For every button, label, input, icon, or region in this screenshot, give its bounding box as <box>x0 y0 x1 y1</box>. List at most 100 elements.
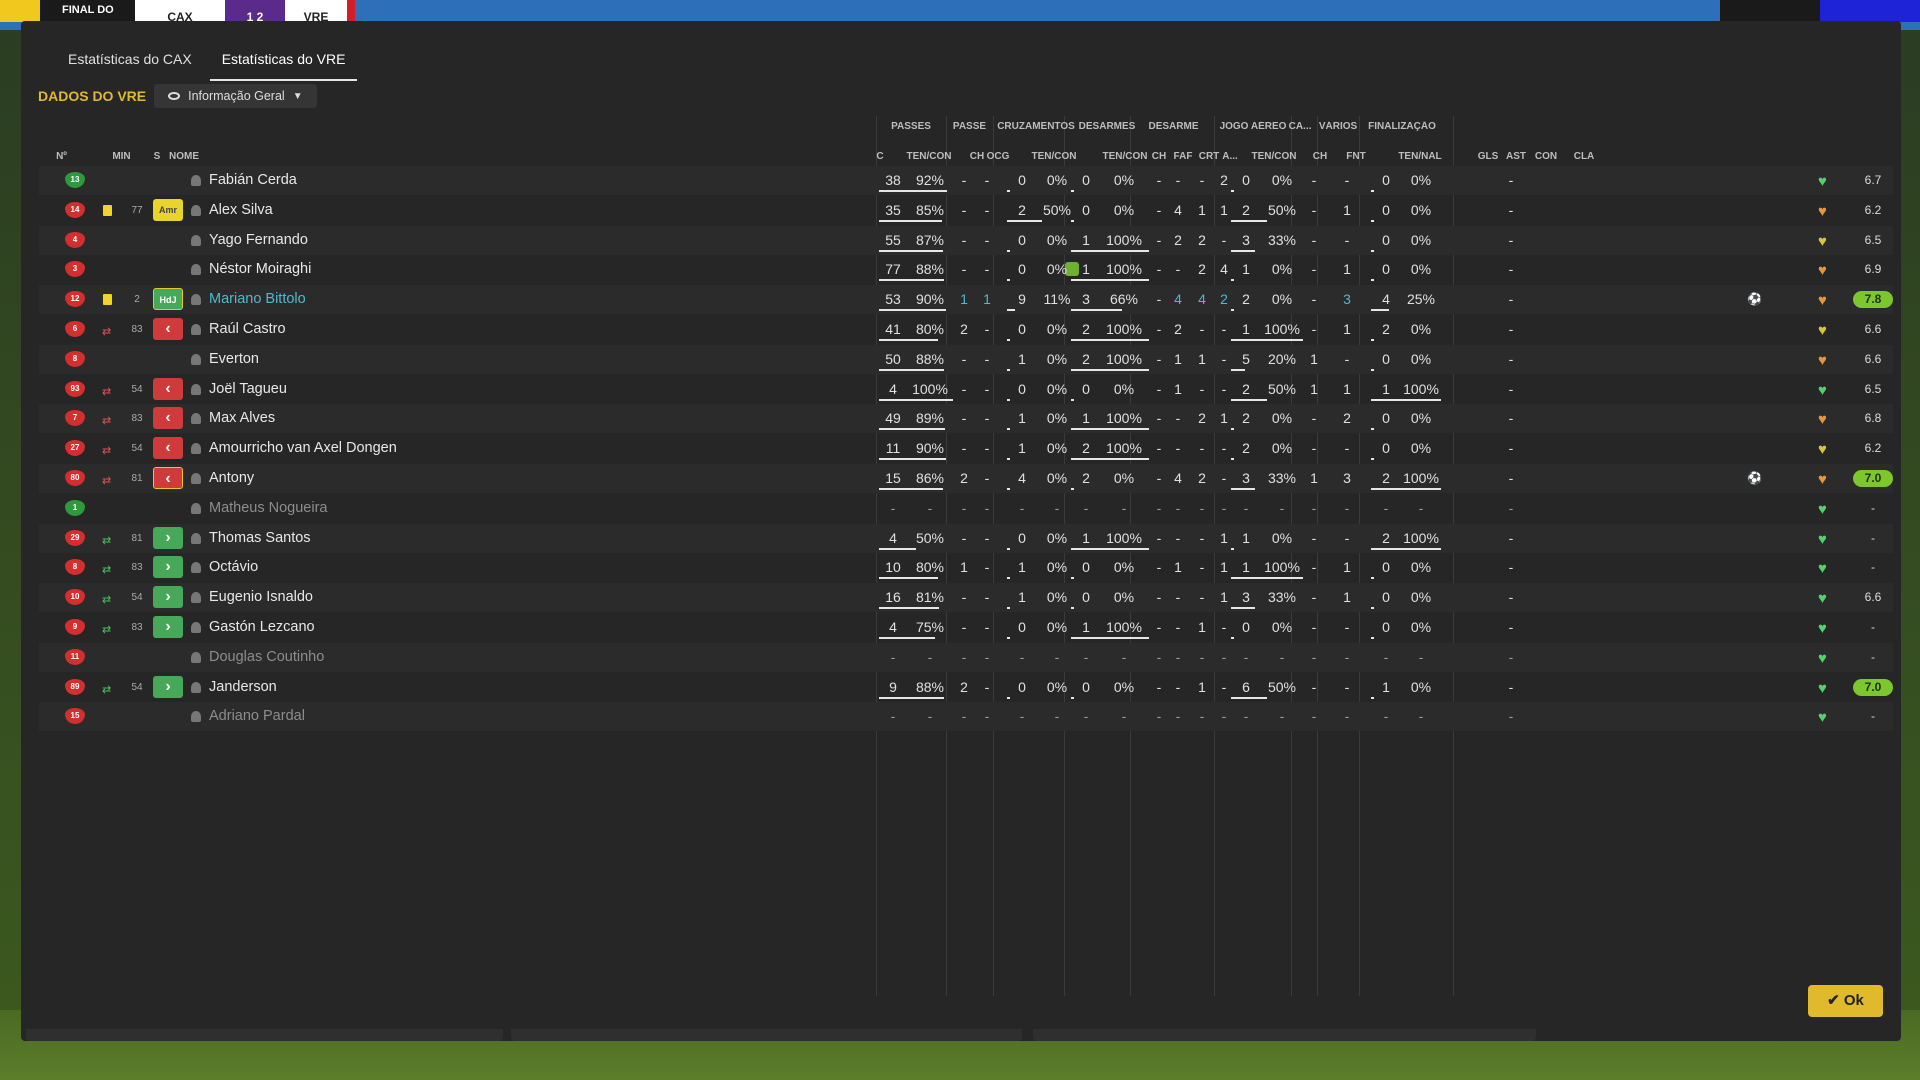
player-name[interactable]: Joël Tagueu <box>209 375 287 404</box>
stat-dch: - <box>1156 410 1162 427</box>
stat-dch: - <box>1156 440 1162 457</box>
success-rate-bar <box>1007 696 1010 699</box>
tab-vre-stats[interactable]: Estatísticas do VRE <box>209 51 358 81</box>
player-name[interactable]: Eugenio Isnaldo <box>209 583 313 612</box>
player-name[interactable]: Néstor Moiraghi <box>209 255 311 284</box>
stat-ocg: - <box>984 410 990 427</box>
column-header[interactable]: GLS <box>1473 151 1503 162</box>
stat-de_b: - <box>1121 499 1127 516</box>
player-name[interactable]: Thomas Santos <box>209 524 311 553</box>
column-header[interactable]: CH <box>1305 151 1335 162</box>
ok-button[interactable]: ✔ Ok <box>1808 985 1883 1017</box>
stat-de_b: - <box>1121 708 1127 725</box>
player-name[interactable]: Raúl Castro <box>209 315 286 344</box>
shirt-number: 1 <box>65 499 85 516</box>
column-header[interactable]: MIN <box>99 151 144 162</box>
column-header[interactable]: OCG <box>985 151 1011 162</box>
column-header[interactable]: TEN/CON <box>1232 151 1316 162</box>
table-row[interactable]: 93 ⇄ 54 ‹ Joël Tagueu 4 100% - -0 0% 0 0% -1- -2 50% 1 1… <box>39 375 1893 404</box>
player-name[interactable]: Matheus Nogueira <box>209 494 328 523</box>
player-name[interactable]: Fabián Cerda <box>209 166 297 195</box>
stat-fi_b: 0% <box>1410 410 1432 427</box>
view-dropdown[interactable]: Informação Geral ▼ <box>154 84 317 108</box>
player-name[interactable]: Octávio <box>209 553 258 582</box>
column-header[interactable]: CON <box>1531 151 1561 162</box>
table-row[interactable]: 9 ⇄ 83 › Gastón Lezcano 4 75% - -0 0% 1 100% - -1-0 0%… <box>39 613 1893 642</box>
stat-ja_a: 2 <box>1242 291 1250 308</box>
column-header[interactable]: TEN/NAL <box>1377 151 1463 162</box>
rating: 6.6 <box>1864 351 1882 366</box>
rating: - <box>1871 620 1875 634</box>
player-name[interactable]: Amourricho van Axel Dongen <box>209 434 397 463</box>
scoreboard: FINAL DO CAX 1 2 VRE <box>0 0 380 24</box>
stat-ocg: - <box>984 678 990 695</box>
success-rate-bar <box>1071 577 1074 580</box>
rating: - <box>1871 560 1875 575</box>
success-rate-bar <box>1007 219 1042 222</box>
table-row[interactable]: 6 ⇄ 83 ‹ Raúl Castro 41 80% 2-0 0% 2 100% -2- -1 100%… <box>39 315 1893 344</box>
player-name[interactable]: Alex Silva <box>209 196 273 225</box>
column-header[interactable]: TEN/CON <box>894 151 964 162</box>
stat-ast: - <box>1508 559 1514 576</box>
table-row[interactable]: 10 ⇄ 54 › Eugenio Isnaldo 16 81% - -1 0% 0 0% - - -1 3 3… <box>39 583 1893 613</box>
player-name[interactable]: Janderson <box>209 673 277 702</box>
table-row[interactable]: 3 Néstor Moiraghi 77 88% - -0 0% 1 100% - -2 4 1 0% -1… <box>39 255 1893 284</box>
stat-de_a: 0 <box>1082 201 1090 218</box>
player-name[interactable]: Yago Fernando <box>209 226 308 255</box>
column-header[interactable]: C <box>870 151 890 162</box>
stat-faf: 4 <box>1174 470 1182 486</box>
player-name[interactable]: Gastón Lezcano <box>209 613 315 642</box>
stat-fnt: - <box>1344 440 1350 457</box>
stat-ast: - <box>1508 410 1514 427</box>
subbed-off-icon: ‹ <box>153 318 183 340</box>
success-rate-bar <box>879 488 943 490</box>
column-header[interactable]: CH <box>1148 151 1170 162</box>
stat-crt: 1 <box>1198 201 1206 218</box>
table-row[interactable]: 13 Fabián Cerda 38 92% - -0 0% 0 0% - - -2 0 0% - -0 0% -… <box>39 166 1893 195</box>
table-row[interactable]: 4 Yago Fernando 55 87% - -0 0% 1 100% -2 2-3 33% - -0… <box>39 225 1893 255</box>
table-row[interactable]: 29 ⇄ 81 › Thomas Santos 4 50% - -0 0% 1 100% - - -1 1 0%… <box>39 523 1893 553</box>
stat-fi_b: - <box>1418 499 1424 516</box>
player-name[interactable]: Everton <box>209 345 259 374</box>
stat-fi_a: 0 <box>1382 589 1390 606</box>
success-rate-bar <box>1071 190 1074 192</box>
table-row[interactable]: 8 Everton 50 88% - -1 0% 2 100% -1 1-5 20% 1-0 0% - ♥ 6.… <box>39 344 1893 374</box>
table-row[interactable]: 8 ⇄ 83 › Octávio 10 80% 1-1 0% 0 0% -1-1 1 100% -1 0 0% -… <box>39 553 1893 582</box>
table-row[interactable]: 11 Douglas Coutinho - - - - - - - - - - - - - - - - - - - ♥ - <box>39 642 1893 672</box>
player-name[interactable]: Douglas Coutinho <box>209 643 324 672</box>
column-header[interactable]: Nº <box>39 151 84 162</box>
table-row[interactable]: 27 ⇄ 54 ‹ Amourricho van Axel Dongen 11 90% - -1… <box>39 434 1893 463</box>
tab-cax-stats[interactable]: Estatísticas do CAX <box>56 51 204 81</box>
table-row[interactable]: 14 77 Amr Alex Silva 35 85% - -2 50% 0 0% -4 1 1 2 50% -… <box>39 196 1893 225</box>
stat-pch: - <box>961 380 967 397</box>
column-header[interactable]: NOME <box>169 151 249 162</box>
table-row[interactable]: 1 Matheus Nogueira - - - - - - - - - - - - - - - - - - - ♥ - <box>39 494 1893 523</box>
success-rate-bar <box>1371 637 1374 639</box>
table-row[interactable]: 89 ⇄ 54 › Janderson 9 88% 2-0 0% 0 0% - -1-6 50% - -1 0%… <box>39 673 1893 702</box>
column-header[interactable]: CLA <box>1565 151 1603 162</box>
column-header[interactable]: FAF <box>1170 151 1196 162</box>
rating: 7.8 <box>1853 291 1893 309</box>
stat-pass_a: - <box>890 648 896 665</box>
column-header[interactable]: FNT <box>1335 151 1377 162</box>
stat-crt: - <box>1199 321 1205 337</box>
stat-crt: - <box>1199 589 1205 606</box>
table-row[interactable]: 15 Adriano Pardal - - - - - - - - - - - - - - - - - - - ♥ - <box>39 702 1893 732</box>
player-name[interactable]: Adriano Pardal <box>209 702 305 731</box>
player-name[interactable]: Antony <box>209 464 254 493</box>
stat-pch: - <box>961 529 967 546</box>
stat-ocg: - <box>984 321 990 337</box>
shirt-number: 11 <box>65 648 85 665</box>
table-row[interactable]: 80 ⇄ 81 ‹ Antony 15 86% 2-4 0% 2 0% -4 2-3 33% 1 3 2 100%… <box>39 464 1893 493</box>
stat-pch: 2 <box>960 678 968 695</box>
stat-fi_a: 0 <box>1382 201 1390 218</box>
table-row[interactable]: 12 2 HdJ Mariano Bittolo 53 90% 1 1 9 11% 3 66% -4 4 2… <box>39 285 1893 315</box>
player-name[interactable]: Mariano Bittolo <box>209 285 306 314</box>
player-name[interactable]: Max Alves <box>209 404 275 433</box>
stat-fi_b: - <box>1418 708 1424 725</box>
column-header[interactable]: S <box>147 151 167 162</box>
column-header[interactable]: AST <box>1501 151 1531 162</box>
stat-ja_b: 20% <box>1267 350 1297 367</box>
table-row[interactable]: 7 ⇄ 83 ‹ Max Alves 49 89% - -1 0% 1 100% - -2 1 2 0% -2 0 0… <box>39 404 1893 434</box>
success-rate-bar <box>879 219 942 222</box>
